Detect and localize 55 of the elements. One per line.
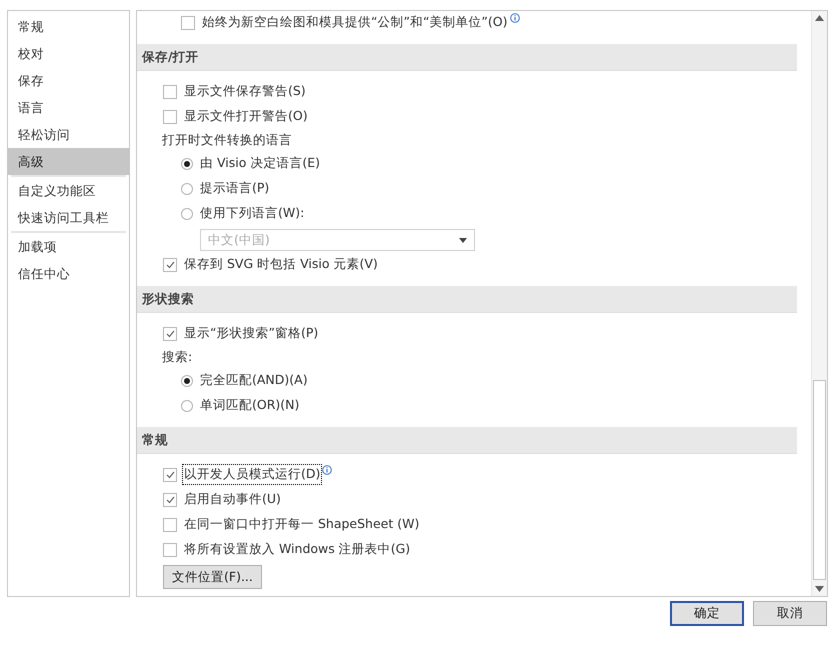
dialog-button[interactable]: 确定 (670, 601, 744, 626)
section-header: 常规 (137, 427, 797, 454)
radio-label[interactable]: 完全匹配(AND)(A) (200, 372, 308, 389)
sidebar-item[interactable]: 高级 (8, 148, 129, 175)
dialog-button[interactable]: 取消 (753, 601, 827, 626)
dropdown-caret-icon (459, 238, 467, 242)
checkbox[interactable] (163, 84, 177, 98)
scroll-down-icon[interactable] (815, 586, 824, 592)
radio-button[interactable] (181, 208, 193, 220)
checkmark-icon (166, 470, 174, 478)
sidebar-item[interactable]: 轻松访问 (8, 121, 129, 148)
scrollbar[interactable] (811, 11, 827, 596)
checkbox-label[interactable]: 始终为新空白绘图和模具提供“公制”和“美制单位”(O) (202, 14, 508, 31)
group-label: 搜索: (162, 348, 192, 366)
sidebar-item[interactable]: 校对 (8, 40, 129, 67)
checkmark-icon (166, 496, 174, 504)
sidebar-item[interactable]: 信任中心 (8, 260, 129, 287)
radio-button[interactable] (181, 158, 193, 170)
radio-button[interactable] (181, 400, 193, 412)
sidebar-item[interactable]: 保存 (8, 67, 129, 94)
checkmark-icon (166, 330, 174, 338)
section-header: 形状搜索 (137, 286, 797, 313)
checkbox[interactable] (163, 326, 177, 340)
checkbox[interactable] (163, 110, 177, 124)
checkbox[interactable] (163, 258, 177, 272)
radio-label[interactable]: 由 Visio 决定语言(E) (200, 155, 320, 172)
checkbox-label[interactable]: 以开发人员模式运行(D) (184, 466, 320, 483)
checkbox-label[interactable]: 显示文件保存警告(S) (184, 83, 306, 100)
checkbox[interactable] (181, 16, 195, 30)
section-header: 保存/打开 (137, 44, 797, 71)
checkbox-label[interactable]: 保存到 SVG 时包括 Visio 元素(V) (184, 256, 378, 273)
checkbox-label[interactable]: 在同一窗口中打开每一 ShapeSheet (W) (184, 516, 420, 533)
sidebar-item[interactable]: 语言 (8, 94, 129, 121)
radio-label[interactable]: 单词匹配(OR)(N) (200, 397, 300, 414)
sidebar-item[interactable]: 自定义功能区 (8, 177, 129, 204)
scroll-thumb[interactable] (813, 380, 826, 580)
checkbox[interactable] (163, 492, 177, 506)
radio-button[interactable] (181, 182, 193, 194)
radio-label[interactable]: 使用下列语言(W): (200, 205, 304, 222)
checkbox-label[interactable]: 启用自动事件(U) (184, 491, 281, 508)
checkbox-label[interactable]: 显示文件打开警告(O) (184, 108, 308, 125)
checkbox[interactable] (163, 542, 177, 556)
scroll-up-icon[interactable] (815, 15, 824, 21)
file-locations-button[interactable]: 文件位置(F)... (163, 565, 262, 589)
checkbox[interactable] (163, 518, 177, 532)
sidebar-item[interactable]: 常规 (8, 13, 129, 40)
group-label: 打开时文件转换的语言 (162, 132, 292, 148)
checkbox-label[interactable]: 将所有设置放入 Windows 注册表中(G) (184, 541, 410, 558)
radio-button[interactable] (181, 374, 193, 386)
sidebar-item[interactable]: 快速访问工具栏 (8, 204, 129, 231)
radio-label[interactable]: 提示语言(P) (200, 180, 270, 197)
checkmark-icon (166, 260, 174, 268)
checkbox[interactable] (163, 468, 177, 482)
sidebar-item[interactable]: 加载项 (8, 233, 129, 260)
checkbox-label[interactable]: 显示“形状搜索”窗格(P) (184, 325, 318, 342)
